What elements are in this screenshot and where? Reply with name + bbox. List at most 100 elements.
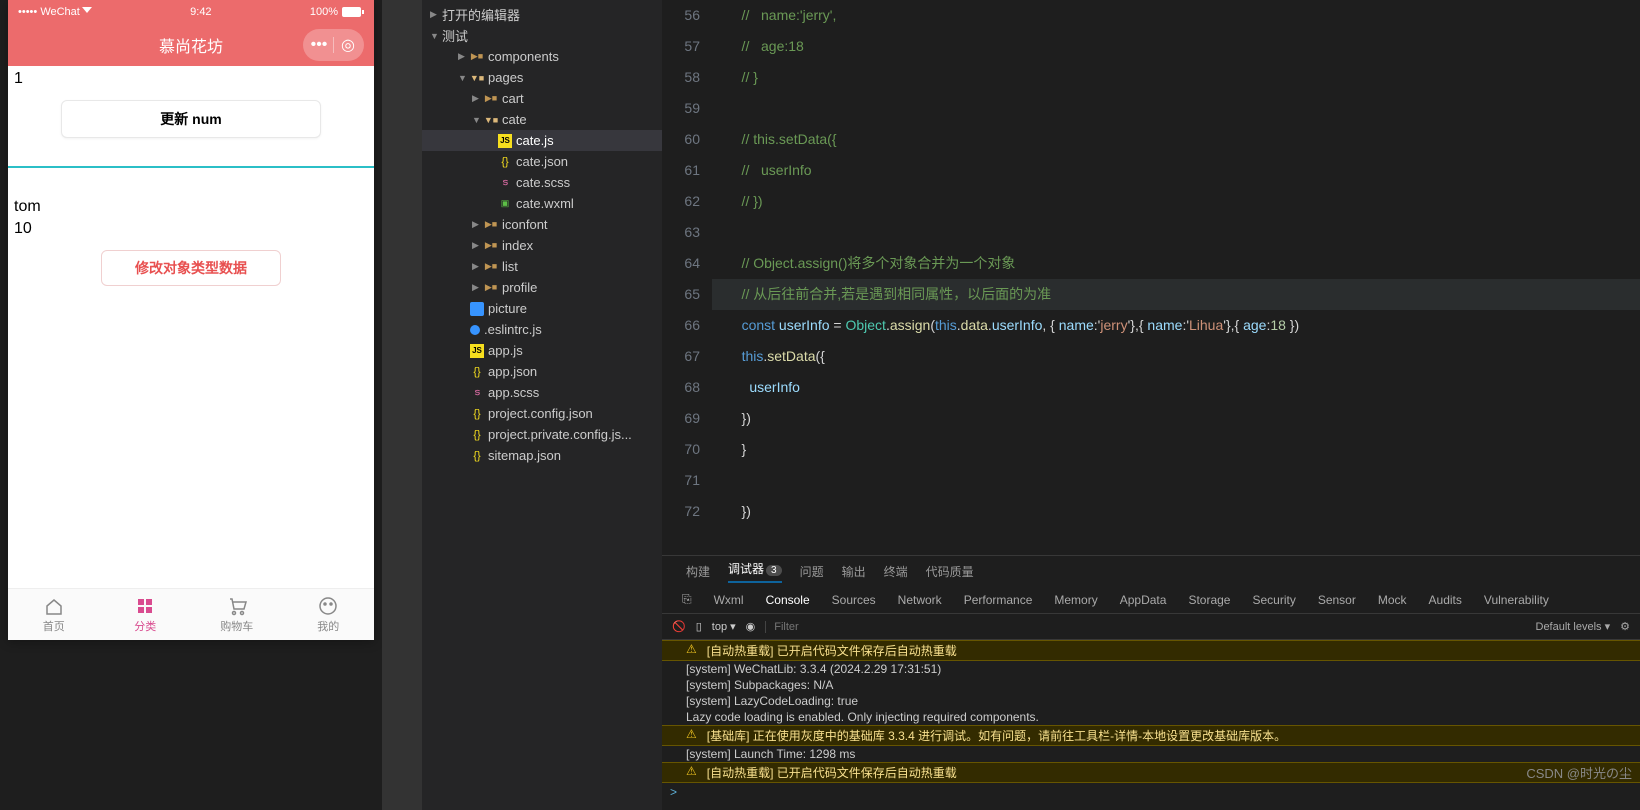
code-line-69[interactable]: })	[712, 403, 1640, 434]
filter-input[interactable]	[765, 621, 1525, 633]
settings-icon[interactable]: ⚙	[1620, 620, 1630, 633]
log-levels-selector[interactable]: Default levels ▾	[1536, 620, 1611, 633]
devtools-tab-Wxml[interactable]: Wxml	[714, 593, 744, 607]
devtools-tab-Vulnerability[interactable]: Vulnerability	[1484, 593, 1549, 607]
console-line: [自动热重载] 已开启代码文件保存后自动热重载	[662, 762, 1640, 783]
code-line-56[interactable]: // name:'jerry',	[712, 0, 1640, 31]
editor-pane: 5657585960616263646566676869707172 // na…	[662, 0, 1640, 810]
code-line-64[interactable]: // Object.assign()将多个对象合并为一个对象	[712, 248, 1640, 279]
code-line-60[interactable]: // this.setData({	[712, 124, 1640, 155]
file-.eslintrc.js[interactable]: .eslintrc.js	[422, 319, 662, 340]
file-cate[interactable]: ▼▼■cate	[422, 109, 662, 130]
code-line-72[interactable]: })	[712, 496, 1640, 527]
file-iconfont[interactable]: ▶▶■iconfont	[422, 214, 662, 235]
eye-icon[interactable]: ◉	[746, 620, 756, 633]
file-project.private.config.js...[interactable]: {}project.private.config.js...	[422, 424, 662, 445]
menu-icon[interactable]: •••	[307, 33, 331, 57]
status-bar: ••••• WeChat 9:42 100%	[8, 0, 374, 24]
devtools-tab-Mock[interactable]: Mock	[1378, 593, 1407, 607]
console-prompt[interactable]: >	[662, 783, 1640, 801]
panel-tab-输出[interactable]: 输出	[842, 563, 866, 580]
section-open-editors[interactable]: ▶打开的编辑器	[422, 4, 662, 25]
bottom-panel: 构建 调试器3 问题 输出 终端 代码质量 ⎘ Wxml Console Sources Net…	[662, 555, 1640, 810]
devtools-tab-Sensor[interactable]: Sensor	[1318, 593, 1356, 607]
devtools-tab-Audits[interactable]: Audits	[1429, 593, 1462, 607]
battery-label: 100%	[310, 6, 364, 18]
tab-bar: 首页 分类 购物车 我的	[8, 588, 374, 640]
update-num-button[interactable]: 更新 num	[61, 100, 321, 138]
close-icon[interactable]: ◎	[336, 33, 360, 57]
code-line-57[interactable]: // age:18	[712, 31, 1640, 62]
code-line-68[interactable]: userInfo	[712, 372, 1640, 403]
panel-tab-问题[interactable]: 问题	[800, 563, 824, 580]
num-value: 1	[8, 66, 374, 92]
divider	[8, 166, 374, 168]
panel-tabs-primary: 构建 调试器3 问题 输出 终端 代码质量	[662, 556, 1640, 586]
console-toolbar: 🚫 ▯ top ▾ ◉ Default levels ▾ ⚙	[662, 614, 1640, 640]
file-picture[interactable]: picture	[422, 298, 662, 319]
code-line-65[interactable]: // 从后往前合并,若是遇到相同属性，以后面的为准	[712, 279, 1640, 310]
activity-bar	[382, 0, 422, 810]
page-body: 1 更新 num tom 10 修改对象类型数据	[8, 66, 374, 588]
tab-mine[interactable]: 我的	[283, 589, 375, 640]
modify-object-button[interactable]: 修改对象类型数据	[101, 250, 281, 286]
devtools-tab-Memory[interactable]: Memory	[1054, 593, 1097, 607]
context-selector[interactable]: top ▾	[712, 620, 736, 633]
file-app.js[interactable]: JSapp.js	[422, 340, 662, 361]
clock-label: 9:42	[190, 6, 211, 18]
file-list[interactable]: ▶▶■list	[422, 256, 662, 277]
devtools-tab-Network[interactable]: Network	[898, 593, 942, 607]
devtools-tab-Security[interactable]: Security	[1252, 593, 1295, 607]
code-line-59[interactable]	[712, 93, 1640, 124]
phone-simulator: ••••• WeChat 9:42 100% 慕尚花坊 ••• ◎ 1 更新 n…	[8, 0, 374, 640]
file-index[interactable]: ▶▶■index	[422, 235, 662, 256]
file-cart[interactable]: ▶▶■cart	[422, 88, 662, 109]
panel-tab-构建[interactable]: 构建	[686, 563, 710, 580]
tab-category[interactable]: 分类	[100, 589, 192, 640]
file-explorer[interactable]: ▶打开的编辑器 ▼测试 ▶▶■components▼▼■pages▶▶■cart…	[422, 0, 662, 810]
code-line-58[interactable]: // }	[712, 62, 1640, 93]
section-test[interactable]: ▼测试	[422, 25, 662, 46]
console-line: [system] LazyCodeLoading: true	[662, 693, 1640, 709]
devtools-tab-AppData[interactable]: AppData	[1120, 593, 1167, 607]
panel-tab-终端[interactable]: 终端	[884, 563, 908, 580]
code-editor[interactable]: 5657585960616263646566676869707172 // na…	[662, 0, 1640, 555]
devtools-menu-icon[interactable]: ⎘	[682, 592, 692, 607]
file-pages[interactable]: ▼▼■pages	[422, 67, 662, 88]
code-line-67[interactable]: this.setData({	[712, 341, 1640, 372]
capsule-control: ••• ◎	[303, 29, 364, 61]
file-sitemap.json[interactable]: {}sitemap.json	[422, 445, 662, 466]
tab-cart[interactable]: 购物车	[191, 589, 283, 640]
nav-bar: 慕尚花坊 ••• ◎	[8, 24, 374, 66]
devtools-tab-Storage[interactable]: Storage	[1188, 593, 1230, 607]
file-cate.scss[interactable]: ടcate.scss	[422, 172, 662, 193]
file-app.scss[interactable]: ടapp.scss	[422, 382, 662, 403]
code-line-71[interactable]	[712, 465, 1640, 496]
file-profile[interactable]: ▶▶■profile	[422, 277, 662, 298]
console-sidebar-icon[interactable]: ▯	[696, 620, 702, 633]
code-line-61[interactable]: // userInfo	[712, 155, 1640, 186]
code-line-63[interactable]	[712, 217, 1640, 248]
console-line: [system] WeChatLib: 3.3.4 (2024.2.29 17:…	[662, 661, 1640, 677]
file-cate.js[interactable]: JScate.js	[422, 130, 662, 151]
file-components[interactable]: ▶▶■components	[422, 46, 662, 67]
file-cate.wxml[interactable]: ▣cate.wxml	[422, 193, 662, 214]
console-line: [自动热重载] 已开启代码文件保存后自动热重载	[662, 640, 1640, 661]
clear-console-icon[interactable]: 🚫	[672, 620, 686, 633]
code-lines[interactable]: // name:'jerry', // age:18 // } // this.…	[712, 0, 1640, 555]
code-line-62[interactable]: // })	[712, 186, 1640, 217]
file-cate.json[interactable]: {}cate.json	[422, 151, 662, 172]
code-line-70[interactable]: }	[712, 434, 1640, 465]
panel-tab-代码质量[interactable]: 代码质量	[926, 563, 974, 580]
user-name-text: tom	[8, 196, 374, 218]
devtools-tab-Performance[interactable]: Performance	[964, 593, 1033, 607]
devtools-tab-Console[interactable]: Console	[766, 593, 810, 607]
file-project.config.json[interactable]: {}project.config.json	[422, 403, 662, 424]
carrier-label: ••••• WeChat	[18, 6, 92, 18]
code-line-66[interactable]: const userInfo = Object.assign(this.data…	[712, 310, 1640, 341]
devtools-tab-Sources[interactable]: Sources	[832, 593, 876, 607]
tab-home[interactable]: 首页	[8, 589, 100, 640]
panel-tab-调试器[interactable]: 调试器3	[728, 560, 782, 583]
console-output[interactable]: [自动热重载] 已开启代码文件保存后自动热重载[system] WeChatLi…	[662, 640, 1640, 810]
file-app.json[interactable]: {}app.json	[422, 361, 662, 382]
